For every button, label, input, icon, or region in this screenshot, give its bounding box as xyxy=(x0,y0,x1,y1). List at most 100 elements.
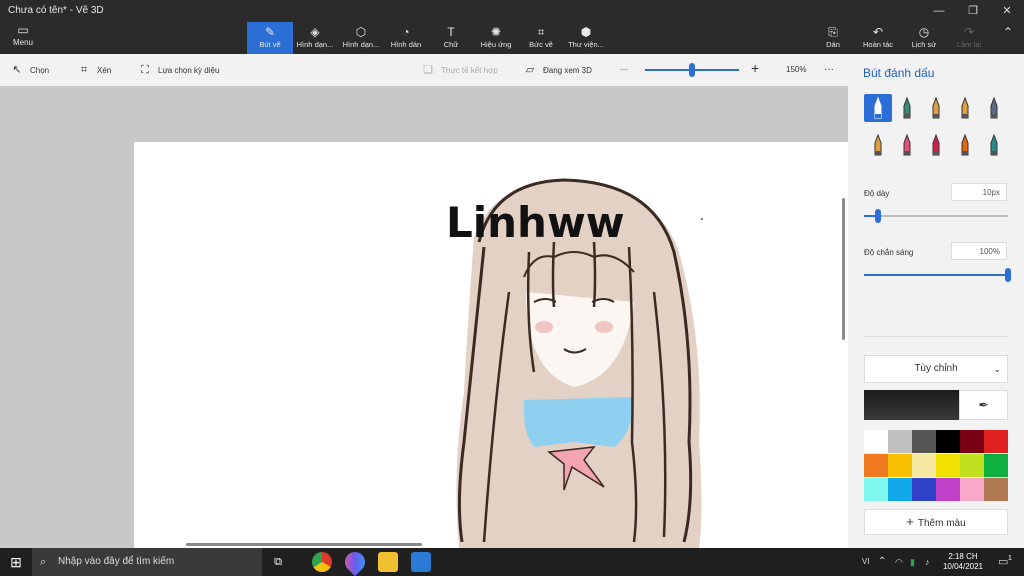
tool-3d-shapes[interactable]: ⬡ Hình dạn... xyxy=(338,22,384,54)
eyedropper-button[interactable]: ✒ xyxy=(959,390,1008,420)
tool-label: Thư viện... xyxy=(568,40,604,49)
add-color-button[interactable]: + Thêm màu xyxy=(864,509,1008,535)
speaker-icon[interactable]: ♪ xyxy=(925,548,930,576)
windows-start-icon[interactable]: ⊞ xyxy=(0,548,32,576)
color-swatch[interactable] xyxy=(888,430,912,453)
canvas-workspace[interactable]: Linhww xyxy=(0,86,848,548)
tool-label: Lịch sử xyxy=(911,40,937,49)
tool-label: Chữ xyxy=(443,40,459,49)
mixed-reality-label: Thực tế kết hợp xyxy=(441,66,498,75)
zoom-out-button[interactable]: — xyxy=(620,63,628,77)
current-color-swatch[interactable] xyxy=(864,390,959,420)
taskbar-search[interactable]: ⌕ Nhập vào đây để tìm kiếm xyxy=(32,548,262,576)
tool-brushes[interactable]: ✎ Bút vẽ xyxy=(247,22,293,54)
color-swatch[interactable] xyxy=(864,430,888,453)
paste-button[interactable]: ⎘ Dán xyxy=(810,22,856,54)
zoom-level[interactable]: 150% xyxy=(786,63,806,77)
drawing-artwork: Linhww xyxy=(446,178,703,548)
notification-icon[interactable]: ▭ xyxy=(998,548,1008,576)
taskbar-clock[interactable]: 2:18 CH 10/04/2021 xyxy=(940,552,986,572)
pixel-pen-icon[interactable] xyxy=(980,94,1008,122)
task-view-icon[interactable]: ⧉ xyxy=(268,552,288,572)
blush-left xyxy=(535,321,553,333)
thickness-input[interactable]: 10px xyxy=(951,183,1007,201)
color-swatch[interactable] xyxy=(960,454,984,477)
color-swatch[interactable] xyxy=(960,430,984,453)
color-swatch[interactable] xyxy=(912,454,936,477)
mixed-reality-button[interactable]: ❏ Thực tế kết hợp xyxy=(421,63,498,77)
eraser-icon[interactable] xyxy=(893,131,921,159)
undo-button[interactable]: ↶ Hoàn tác xyxy=(855,22,901,54)
tool-label: Bút vẽ xyxy=(259,40,281,49)
chrome-icon[interactable] xyxy=(312,552,332,572)
search-placeholder: Nhập vào đây để tìm kiếm xyxy=(58,556,175,567)
redo-button[interactable]: ↷ Làm lại xyxy=(946,22,992,54)
file-explorer-icon[interactable] xyxy=(378,552,398,572)
stickers-icon: ◔ xyxy=(402,25,410,39)
color-swatch[interactable] xyxy=(984,478,1008,501)
marker-icon[interactable] xyxy=(864,94,892,122)
thickness-slider[interactable] xyxy=(864,215,1008,217)
tool-text[interactable]: T Chữ xyxy=(428,22,474,54)
chevron-up-icon[interactable]: ⌃ xyxy=(878,548,886,576)
color-swatch[interactable] xyxy=(864,478,888,501)
calligraphy-pen-icon[interactable] xyxy=(893,94,921,122)
collapse-ribbon-button[interactable]: ⌃ xyxy=(992,22,1024,54)
horizontal-scrollbar[interactable] xyxy=(186,543,422,546)
drawing-canvas[interactable]: Linhww xyxy=(134,142,848,548)
tool-2d-shapes[interactable]: ◈ Hình dạn... xyxy=(292,22,338,54)
zoom-in-button[interactable]: + xyxy=(751,61,759,75)
more-options-button[interactable]: ··· xyxy=(824,63,834,77)
history-button[interactable]: ◷ Lịch sử xyxy=(901,22,947,54)
color-swatch[interactable] xyxy=(864,454,888,477)
paint-3d-icon[interactable] xyxy=(340,547,370,576)
view-3d-button[interactable]: ▱ Đang xem 3D xyxy=(523,63,592,77)
2d-shapes-icon: ◈ xyxy=(310,25,320,39)
tool-effects[interactable]: ✺ Hiệu ứng xyxy=(473,22,519,54)
tool-label: Làm lại xyxy=(956,40,982,49)
minimize-icon[interactable]: — xyxy=(922,0,956,22)
color-swatch[interactable] xyxy=(888,478,912,501)
color-swatch[interactable] xyxy=(912,478,936,501)
color-swatch[interactable] xyxy=(888,454,912,477)
tool-stickers[interactable]: ◔ Hình dán xyxy=(383,22,429,54)
opacity-slider-thumb[interactable] xyxy=(1005,268,1011,282)
vertical-scrollbar[interactable] xyxy=(842,198,845,340)
3d-shapes-icon: ⬡ xyxy=(355,25,367,39)
color-swatch[interactable] xyxy=(936,454,960,477)
thickness-slider-thumb[interactable] xyxy=(875,209,882,223)
color-swatch[interactable] xyxy=(984,454,1008,477)
select-label: Chọn xyxy=(30,66,50,75)
zoom-slider-thumb[interactable] xyxy=(689,63,695,77)
opacity-input[interactable]: 100% xyxy=(951,242,1007,260)
watercolor-icon[interactable] xyxy=(951,94,979,122)
photos-icon[interactable] xyxy=(411,552,431,572)
tool-library[interactable]: ⬢ Thư viện... xyxy=(563,22,609,54)
network-icon[interactable]: ◠ xyxy=(895,548,903,576)
tool-canvas[interactable]: ⌗ Bức vẽ xyxy=(518,22,564,54)
sailor-collar xyxy=(523,397,634,447)
spray-can-icon[interactable] xyxy=(951,131,979,159)
paint-3d-window: Chưa có tên* - Vẽ 3D — ❐ ✕ ▭ Menu ✎ Bút … xyxy=(0,0,1024,576)
close-icon[interactable]: ✕ xyxy=(990,0,1024,22)
color-mode-dropdown[interactable]: Tùy chỉnh ⌄ xyxy=(864,355,1008,383)
pencil-icon[interactable] xyxy=(864,131,892,159)
opacity-slider[interactable] xyxy=(864,274,1008,276)
menu-button[interactable]: ▭ Menu xyxy=(4,22,42,54)
window-title: Chưa có tên* - Vẽ 3D xyxy=(8,5,104,16)
maximize-icon[interactable]: ❐ xyxy=(956,0,990,22)
select-button[interactable]: ↖ Chọn xyxy=(10,63,49,77)
view-3d-icon: ▱ xyxy=(525,64,535,76)
magic-select-button[interactable]: ⛶ Lựa chọn kỳ diệu xyxy=(138,63,219,77)
color-swatch[interactable] xyxy=(984,430,1008,453)
color-swatch[interactable] xyxy=(936,478,960,501)
fill-icon[interactable] xyxy=(980,131,1008,159)
oil-brush-icon[interactable] xyxy=(922,94,950,122)
crayon-icon[interactable] xyxy=(922,131,950,159)
crop-button[interactable]: ⌗ Xén xyxy=(77,63,111,77)
language-indicator[interactable]: VI xyxy=(862,548,870,576)
battery-icon[interactable]: ▮ xyxy=(910,548,915,576)
color-swatch[interactable] xyxy=(960,478,984,501)
color-swatch[interactable] xyxy=(936,430,960,453)
color-swatch[interactable] xyxy=(912,430,936,453)
